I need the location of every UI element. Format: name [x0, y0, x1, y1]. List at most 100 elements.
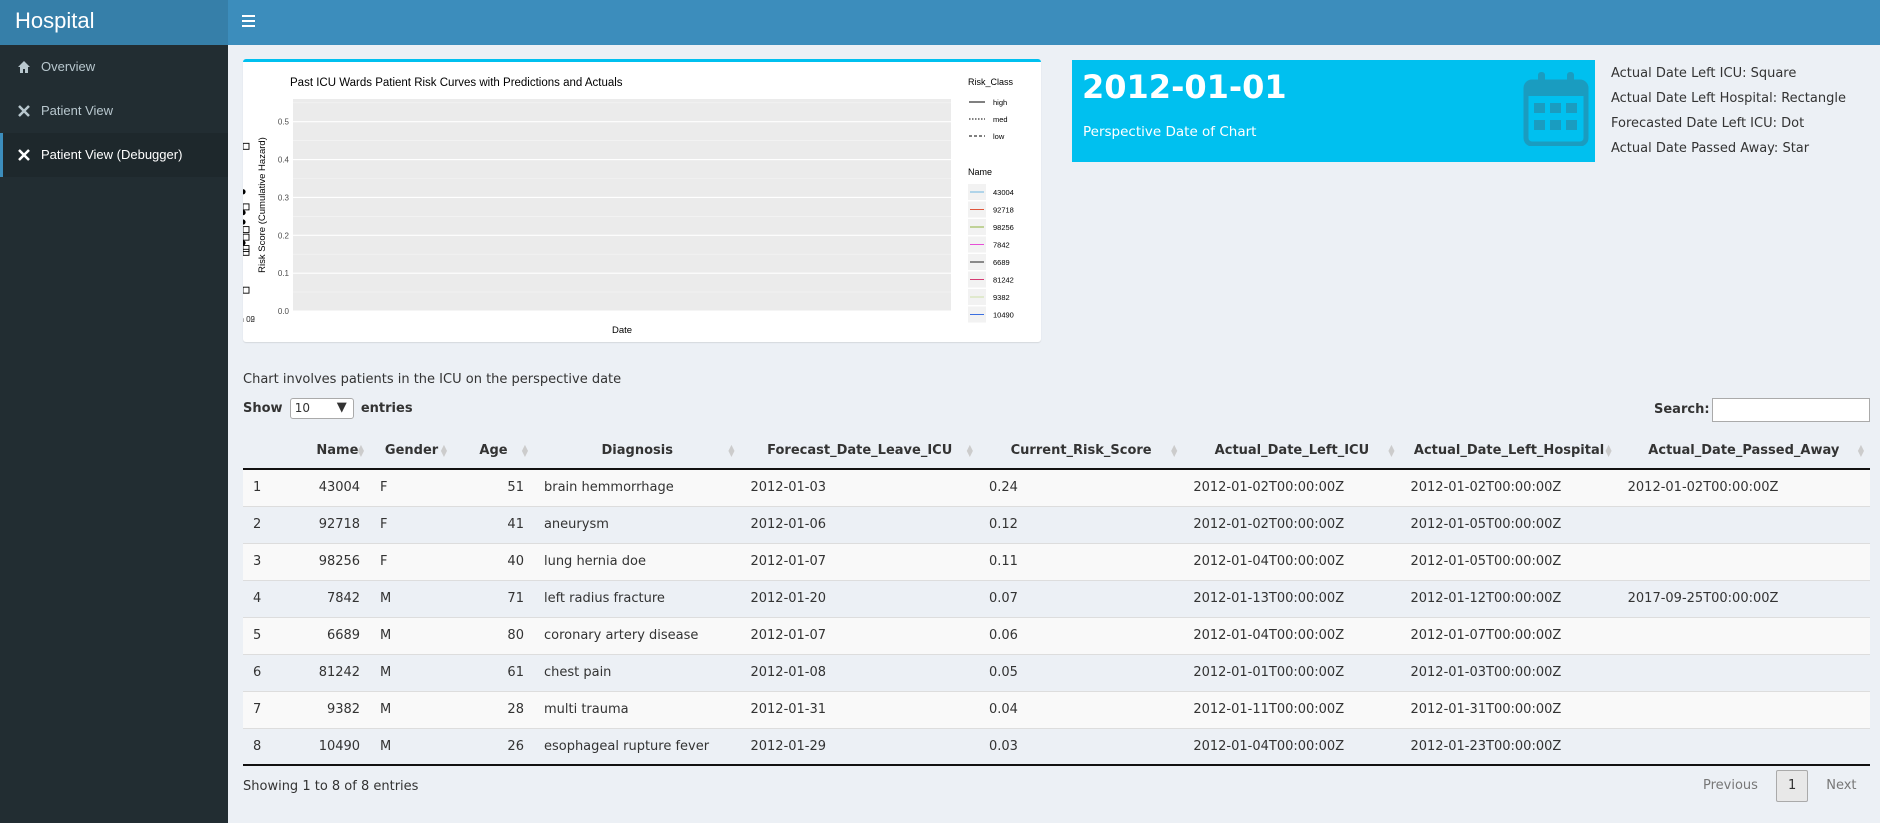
- column-header-label: Actual_Date_Passed_Away: [1648, 442, 1840, 458]
- table-cell: 9382: [304, 690, 371, 728]
- table-cell: M: [370, 727, 454, 766]
- column-header[interactable]: Forecast_Date_Leave_ICU ▲ ▼: [740, 432, 979, 470]
- pagination: Previous 1 Next: [1695, 770, 1865, 804]
- calendar-icon: [1523, 70, 1589, 150]
- sort-icon: ▲ ▼: [728, 443, 735, 458]
- table-cell: 0.04: [978, 690, 1184, 728]
- y-tick-label: 0.3: [278, 193, 290, 202]
- square-marker: [242, 248, 250, 256]
- sidebar-item-overview[interactable]: Overview: [0, 45, 228, 89]
- sidebar-item-label: Patient View: [41, 103, 114, 118]
- table-row[interactable]: 5 6689 M 80 coronary artery disease 2012-01-0…: [243, 616, 1870, 654]
- sidebar-toggle-icon[interactable]: [240, 11, 262, 33]
- legend-label: 92718: [993, 206, 1014, 215]
- table-row[interactable]: 2 92718 F 41 aneurysm 2012-01-06 0.12 2012-01-0…: [243, 505, 1870, 543]
- table-cell: 51: [453, 468, 534, 506]
- plot-panel: [293, 99, 951, 311]
- sort-icon: ▲ ▼: [1857, 443, 1864, 458]
- sort-icon: ▲ ▼: [1388, 443, 1395, 458]
- legend-label: 9382: [993, 293, 1010, 302]
- table-cell: 2012-01-04T00:00:00Z: [1183, 616, 1401, 654]
- search-input[interactable]: [1712, 398, 1870, 422]
- dropdown-arrow-icon: ▼: [336, 400, 347, 415]
- table-cell: 2012-01-11T00:00:00Z: [1183, 690, 1401, 728]
- table-cell: 2012-01-31T00:00:00Z: [1400, 690, 1618, 728]
- table-cell: 2012-01-05T00:00:00Z: [1400, 505, 1618, 543]
- square-marker: [242, 245, 250, 252]
- table-cell: [1617, 505, 1870, 543]
- sort-icon: ▲ ▼: [966, 443, 973, 458]
- table-cell: 2012-01-02T00:00:00Z: [1183, 468, 1401, 506]
- perspective-date-infobox: 2012-01-01 Perspective Date of Chart: [1072, 60, 1595, 162]
- page-1-button[interactable]: 1: [1775, 770, 1809, 802]
- table-cell: 2012-01-13T00:00:00Z: [1183, 579, 1401, 617]
- legend-label: 6689: [993, 258, 1010, 267]
- sidebar-item-patient-view-debugger[interactable]: Patient View (Debugger): [0, 133, 228, 177]
- table-cell: M: [370, 690, 454, 728]
- column-header-label: Actual_Date_Left_ICU: [1214, 442, 1370, 458]
- column-header[interactable]: Gender ▲ ▼: [370, 432, 454, 470]
- table-cell: 2012-01-20: [740, 579, 979, 617]
- column-header[interactable]: Actual_Date_Left_ICU ▲ ▼: [1183, 432, 1401, 470]
- legend-label: 43004: [993, 188, 1014, 197]
- table-cell: 0.07: [978, 579, 1184, 617]
- table-cell: F: [370, 542, 454, 580]
- table-cell: 2012-01-01T00:00:00Z: [1183, 653, 1401, 691]
- column-header-label: Name: [316, 442, 359, 458]
- sort-icon: ▲ ▼: [1171, 443, 1178, 458]
- table-cell: 2012-01-31: [740, 690, 979, 728]
- table-cell: 43004: [304, 468, 371, 506]
- column-header-label: Actual_Date_Left_Hospital: [1413, 442, 1605, 458]
- legend-label: low: [993, 132, 1005, 141]
- table-cell: 0.03: [978, 727, 1184, 766]
- table-cell: aneurysm: [533, 505, 741, 543]
- column-header[interactable]: Current_Risk_Score ▲ ▼: [978, 432, 1184, 470]
- column-header[interactable]: Actual_Date_Left_Hospital ▲ ▼: [1400, 432, 1618, 470]
- legend-line: Forecasted Date Left ICU: Dot: [1611, 116, 1805, 131]
- page-length-select[interactable]: 10 ▼: [289, 398, 354, 419]
- table-cell: 80: [453, 616, 534, 654]
- chart-title: Past ICU Wards Patient Risk Curves with …: [290, 77, 623, 89]
- column-header[interactable]: Diagnosis ▲ ▼: [533, 432, 741, 470]
- legend-line: Actual Date Left ICU: Square: [1611, 66, 1797, 81]
- table-cell: 2012-01-07: [740, 542, 979, 580]
- table-cell: 2012-01-12T00:00:00Z: [1400, 579, 1618, 617]
- table-cell: 0.06: [978, 616, 1184, 654]
- table-row[interactable]: 7 9382 M 28 multi trauma 2012-01-31 0.04 2012-0…: [243, 690, 1870, 728]
- table-cell: 8: [243, 727, 305, 766]
- table-cell: 61: [453, 653, 534, 691]
- table-cell: M: [370, 616, 454, 654]
- y-tick-label: 0.1: [278, 269, 290, 278]
- column-header[interactable]: Age ▲ ▼: [453, 432, 534, 470]
- show-label: Show: [243, 401, 283, 416]
- y-axis-title: Risk Score (Cumulative Hazard): [257, 137, 268, 273]
- table-cell: 2012-01-03: [740, 468, 979, 506]
- dot-marker: [240, 240, 246, 246]
- table-cell: 7842: [304, 579, 371, 617]
- column-header[interactable]: Actual_Date_Passed_Away ▲ ▼: [1617, 432, 1870, 470]
- legend-label: 98256: [993, 223, 1014, 232]
- sidebar-item-patient-view[interactable]: Patient View: [0, 89, 228, 133]
- previous-button[interactable]: Previous: [1695, 771, 1766, 801]
- square-marker: [242, 142, 250, 150]
- column-header: [243, 432, 305, 470]
- table-cell: lung hernia doe: [533, 542, 741, 580]
- table-row[interactable]: 4 7842 M 71 left radius fracture 2012-01-20 0.…: [243, 579, 1870, 617]
- table-row[interactable]: 3 98256 F 40 lung hernia doe 2012-01-07 0.11 20…: [243, 542, 1870, 580]
- table-row[interactable]: 1 43004 F 51 brain hemmorrhage 2012-01-03 0.24…: [243, 468, 1870, 506]
- perspective-date-label: Perspective Date of Chart: [1083, 124, 1257, 140]
- y-tick-label: 0.4: [278, 156, 290, 165]
- legend-title-name: Name: [968, 167, 992, 177]
- table-cell: 40: [453, 542, 534, 580]
- table-info: Showing 1 to 8 of 8 entries: [243, 779, 419, 794]
- next-button[interactable]: Next: [1818, 771, 1864, 801]
- square-marker: [242, 233, 250, 241]
- top-navbar: Hospital Management: [0, 0, 1880, 75]
- table-row[interactable]: 6 81242 M 61 chest pain 2012-01-08 0.05 2012-01…: [243, 653, 1870, 691]
- y-tick-label: 0.5: [278, 118, 290, 127]
- column-header[interactable]: Name ▲ ▼: [304, 432, 371, 470]
- sort-icon: ▲ ▼: [357, 443, 365, 458]
- table-row[interactable]: 8 10490 M 26 esophageal rupture fever 2012-01…: [243, 727, 1870, 766]
- table-cell: 3: [243, 542, 305, 580]
- table-cell: 2012-01-04T00:00:00Z: [1183, 542, 1401, 580]
